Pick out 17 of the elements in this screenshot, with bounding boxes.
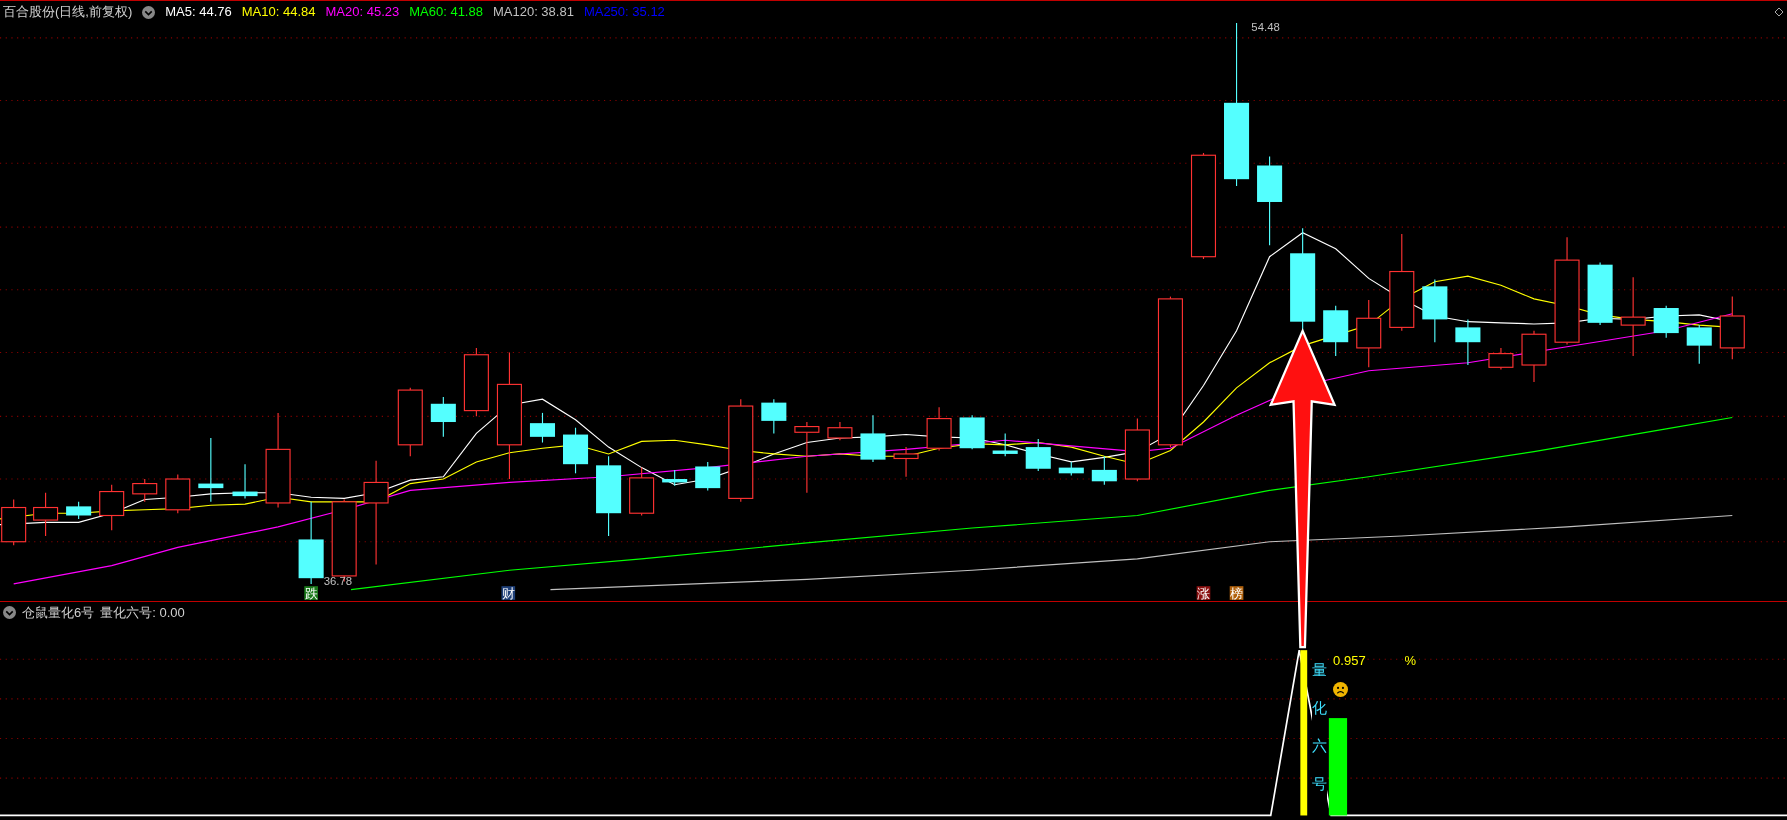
- signal-tag: 跌: [304, 586, 318, 601]
- moving-average-label: MA10: 44.84: [241, 3, 316, 22]
- moving-average-label: MA5: 44.76: [165, 3, 232, 22]
- signal-tag: 财: [501, 586, 516, 601]
- high-price-label: 54.48: [1251, 23, 1280, 33]
- moving-average-label: MA20: 45.23: [325, 3, 400, 22]
- moving-average-label: MA120: 38.81: [492, 3, 574, 22]
- moving-average-label: MA60: 41.88: [409, 3, 483, 22]
- indicator-value: 0.957: [1333, 651, 1366, 670]
- chart-title: 百合股份(日线,前复权): [3, 3, 133, 22]
- moving-average-label: MA250: 35.12: [583, 3, 665, 22]
- signal-tag: 涨: [1196, 586, 1211, 601]
- low-price-label: 36.78: [323, 575, 353, 588]
- indicator-reading: 量化六号: 0.00: [100, 603, 185, 622]
- percent-label: %: [1404, 651, 1417, 670]
- signal-tag: 榜: [1229, 586, 1244, 601]
- indicator-name: 仓鼠量化6号: [22, 603, 95, 622]
